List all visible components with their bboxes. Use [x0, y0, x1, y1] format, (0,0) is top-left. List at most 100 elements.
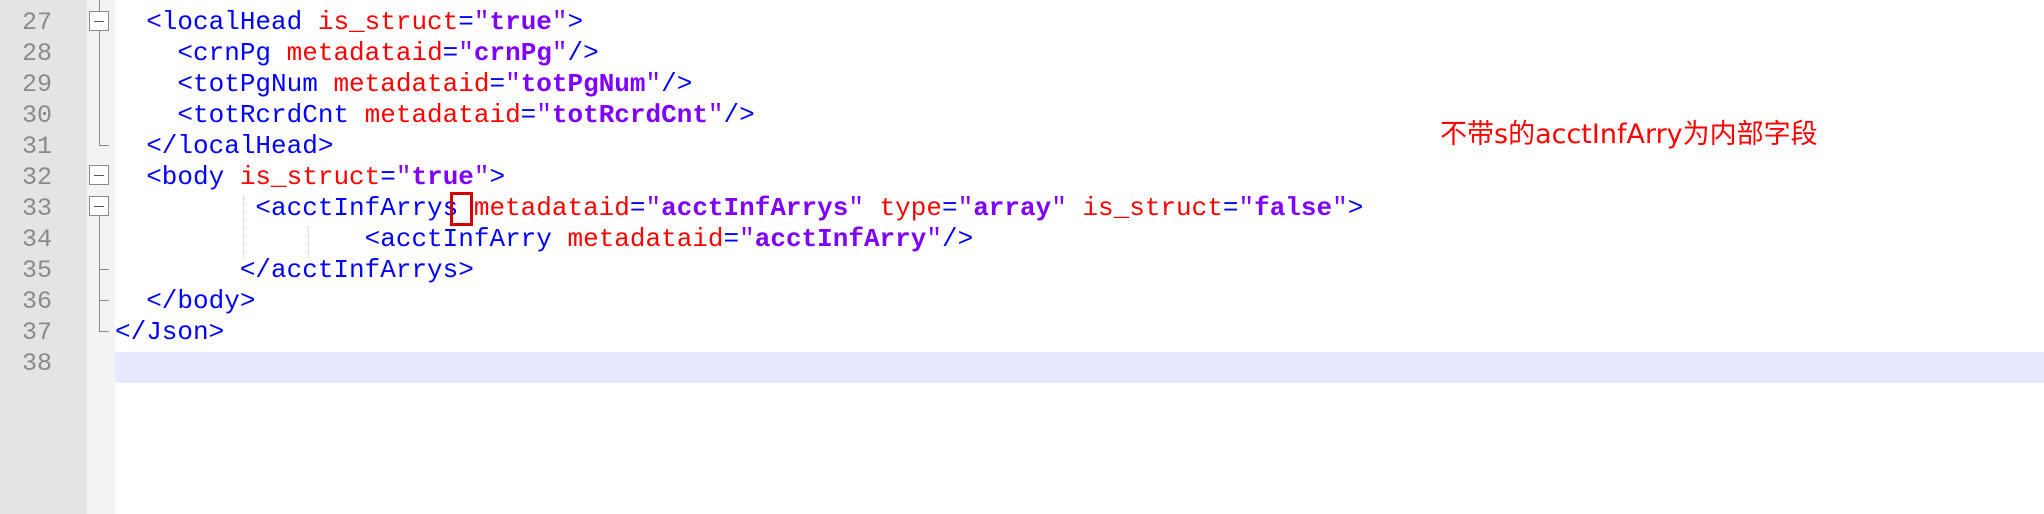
- fold-line: [99, 216, 100, 300]
- xml-tag-token: </body>: [115, 286, 256, 316]
- xml-tag-token: <totPgNum: [115, 69, 334, 99]
- line-number: 31: [21, 132, 52, 161]
- xml-tag-token: />: [661, 69, 693, 99]
- xml-tag-token: </acctInfArrys>: [115, 255, 474, 285]
- xml-value-token: ": [395, 162, 412, 192]
- xml-value-token: ": [848, 193, 864, 223]
- xml-attribute-token: metadataid: [473, 193, 630, 223]
- code-line[interactable]: <crnPg metadataid="crnPg"/>: [115, 38, 599, 69]
- line-number: 29: [21, 70, 52, 99]
- xml-tag-token: <body: [115, 162, 240, 192]
- xml-tag-token: <acctInfArry: [115, 224, 568, 254]
- xml-attribute-token: is_struct: [1082, 193, 1223, 223]
- xml-value-token: ": [957, 193, 974, 223]
- xml-value-token: ": [551, 7, 568, 37]
- xml-tag-token: />: [567, 38, 599, 68]
- xml-value-token: totRcrdCnt: [551, 100, 708, 130]
- line-number: 32: [21, 163, 52, 192]
- highlight-box: [450, 192, 473, 226]
- xml-value-token: false: [1254, 193, 1333, 223]
- xml-tag-token: <crnPg: [115, 38, 287, 68]
- xml-value-token: array: [973, 193, 1052, 223]
- xml-tag-token: </localHead>: [115, 131, 334, 161]
- xml-attribute-token: metadataid: [286, 38, 443, 68]
- xml-tag-token: =: [629, 193, 646, 223]
- xml-value-token: ": [1051, 193, 1067, 223]
- xml-attribute-token: metadataid: [333, 69, 490, 99]
- current-line-highlight: [115, 352, 2044, 383]
- xml-attribute-token: type: [879, 193, 942, 223]
- xml-value-token: ": [536, 100, 552, 130]
- xml-tag-token: [1067, 193, 1083, 223]
- xml-value-token: ": [739, 224, 755, 254]
- xml-value-token: ": [645, 69, 662, 99]
- line-number: 38: [21, 349, 52, 378]
- xml-attribute-token: metadataid: [567, 224, 724, 254]
- fold-line: [99, 300, 100, 331]
- line-number: 28: [21, 39, 52, 68]
- fold-line: [99, 0, 100, 11]
- xml-tag-token: <localHead: [115, 7, 318, 37]
- xml-value-token: crnPg: [473, 38, 552, 68]
- xml-value-token: ": [473, 162, 490, 192]
- xml-tag-token: =: [458, 7, 474, 37]
- xml-value-token: true: [411, 162, 474, 192]
- xml-tag-token: >: [489, 162, 506, 192]
- xml-tag-token: =: [1222, 193, 1239, 223]
- line-number: 27: [21, 8, 52, 37]
- xml-attribute-token: is_struct: [239, 162, 381, 192]
- annotation-text: 不带s的acctInfArry为内部字段: [1440, 119, 1818, 150]
- xml-value-token: ": [473, 7, 490, 37]
- xml-attribute-token: is_struct: [317, 7, 459, 37]
- code-line[interactable]: <acctInfArrys metadataid="acctInfArrys" …: [115, 193, 1363, 224]
- xml-tag-token: <acctInfArrys: [115, 193, 474, 223]
- xml-value-token: ": [707, 100, 724, 130]
- xml-value-token: acctInfArry: [754, 224, 927, 254]
- xml-tag-token: <totRcrdCnt: [115, 100, 365, 130]
- indent-guide: [243, 196, 244, 258]
- xml-value-token: ": [1332, 193, 1348, 223]
- line-number: 33: [21, 194, 52, 223]
- fold-toggle-icon[interactable]: [89, 11, 109, 31]
- xml-tag-token: />: [723, 100, 755, 130]
- fold-end-marker: [99, 331, 109, 332]
- xml-tag-token: =: [520, 100, 537, 130]
- code-line[interactable]: <totRcrdCnt metadataid="totRcrdCnt"/>: [115, 100, 755, 131]
- xml-value-token: acctInfArrys: [661, 193, 849, 223]
- xml-tag-token: >: [1347, 193, 1364, 223]
- fold-end-marker: [99, 145, 109, 146]
- line-number: 35: [21, 256, 52, 285]
- fold-end-marker: [99, 300, 109, 301]
- xml-value-token: ": [505, 69, 521, 99]
- xml-value-token: ": [551, 38, 568, 68]
- line-number: 30: [21, 101, 52, 130]
- xml-value-token: true: [489, 7, 552, 37]
- xml-tag-token: />: [941, 224, 974, 254]
- xml-value-token: ": [926, 224, 942, 254]
- xml-tag-token: [864, 193, 880, 223]
- xml-tag-token: </Json>: [115, 317, 225, 347]
- xml-tag-token: >: [567, 7, 584, 37]
- code-line[interactable]: </Json>: [115, 317, 224, 348]
- xml-value-token: ": [645, 193, 662, 223]
- indent-guide: [308, 227, 309, 258]
- fold-toggle-icon[interactable]: [89, 196, 109, 216]
- code-line[interactable]: <totPgNum metadataid="totPgNum"/>: [115, 69, 692, 100]
- code-line[interactable]: </body>: [115, 286, 255, 317]
- code-line[interactable]: <localHead is_struct="true">: [115, 7, 583, 38]
- xml-value-token: ": [458, 38, 474, 68]
- xml-tag-token: =: [723, 224, 740, 254]
- code-line[interactable]: </acctInfArrys>: [115, 255, 474, 286]
- xml-tag-token: =: [380, 162, 396, 192]
- xml-tag-token: =: [941, 193, 958, 223]
- xml-tag-token: =: [489, 69, 506, 99]
- xml-tag-token: =: [442, 38, 459, 68]
- xml-attribute-token: metadataid: [364, 100, 521, 130]
- line-number: 36: [21, 287, 52, 316]
- fold-toggle-icon[interactable]: [89, 165, 109, 185]
- line-number: 34: [21, 225, 52, 254]
- code-line[interactable]: <body is_struct="true">: [115, 162, 505, 193]
- fold-margin: [87, 0, 115, 514]
- code-line[interactable]: </localHead>: [115, 131, 333, 162]
- fold-line: [99, 31, 100, 145]
